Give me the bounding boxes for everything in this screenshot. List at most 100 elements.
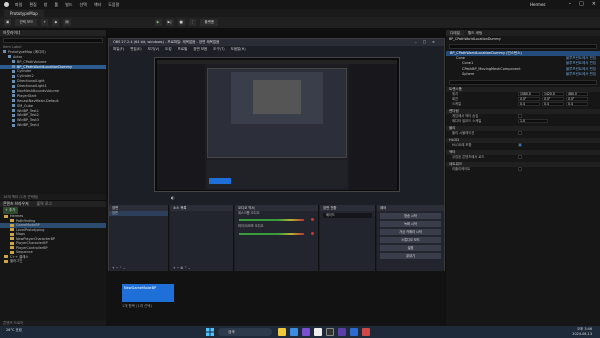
taskbar-clock[interactable]: 오후 3:46 2024-06-13 bbox=[572, 327, 592, 337]
property-row: 에디터 빌보드 스케일 1.0 bbox=[446, 119, 600, 124]
file-explorer-icon[interactable] bbox=[278, 328, 286, 336]
asset-tile[interactable]: NewGameModeBP bbox=[122, 284, 174, 302]
vector-field[interactable]: 0.0° bbox=[542, 97, 564, 102]
checkbox[interactable] bbox=[518, 114, 522, 119]
obs-icon[interactable] bbox=[326, 328, 334, 336]
folder-icon bbox=[10, 237, 14, 240]
unreal-editor-icon[interactable] bbox=[314, 328, 322, 336]
play-icon[interactable]: ▶ bbox=[154, 19, 162, 26]
obs-menu-view[interactable]: 보기(V) bbox=[148, 46, 160, 52]
step-icon[interactable]: ▶| bbox=[165, 19, 174, 26]
close-icon[interactable]: × bbox=[592, 1, 596, 7]
component-label: Cone bbox=[456, 56, 465, 61]
blueprint-icon[interactable]: ◆ bbox=[52, 19, 60, 26]
menu-edit[interactable]: 편집 bbox=[29, 2, 36, 8]
obs-menu-tools[interactable]: 도구(T) bbox=[213, 46, 224, 52]
actor-icon bbox=[12, 65, 15, 69]
component-item[interactable]: Sphere 블루프린트에서 편집 bbox=[446, 72, 600, 77]
outliner-item[interactable]: WidBP_Test4 bbox=[0, 123, 106, 128]
obs-menu-profile[interactable]: 프로필 bbox=[178, 46, 188, 52]
menu-window[interactable]: 창 bbox=[44, 2, 48, 8]
platform-button[interactable]: 플랫폼 bbox=[200, 19, 219, 26]
vector-field[interactable]: 0.0° bbox=[518, 97, 540, 102]
menu-build[interactable]: 빌드 bbox=[65, 2, 72, 8]
save-icon[interactable]: ▣ bbox=[4, 19, 12, 26]
vector-field[interactable]: 0.4 bbox=[566, 102, 588, 107]
mic-audio-meter[interactable] bbox=[239, 233, 304, 235]
checkbox[interactable] bbox=[518, 167, 522, 172]
menu-select[interactable]: 선택 bbox=[80, 2, 87, 8]
mute-icon[interactable] bbox=[311, 218, 314, 221]
start-recording-button[interactable]: 녹화 시작 bbox=[380, 221, 441, 227]
transition-select[interactable]: 페이드 bbox=[323, 213, 372, 218]
maximize-icon[interactable]: □ bbox=[579, 1, 584, 7]
more-options-icon[interactable]: ⋮ bbox=[188, 19, 197, 26]
stop-icon[interactable]: ■ bbox=[177, 19, 185, 26]
obs-menu-edit[interactable]: 편집(E) bbox=[130, 46, 141, 52]
app-icon[interactable] bbox=[338, 328, 346, 336]
tab-output-log[interactable]: 출력 로그 bbox=[37, 201, 52, 207]
minimize-icon[interactable]: – bbox=[569, 1, 572, 7]
cinematics-icon[interactable]: ▤ bbox=[63, 19, 71, 26]
edit-in-blueprint-link[interactable]: 블루프린트에서 편집 bbox=[566, 72, 596, 77]
start-streaming-button[interactable]: 방송 시작 bbox=[380, 213, 441, 219]
obs-title-bar[interactable]: OBS 27.2.4 (64 bit, windows) - 프로파일: 제목없… bbox=[109, 39, 444, 46]
property-row: HLOD에 포함 bbox=[446, 143, 600, 148]
select-mode-button[interactable]: 선택 모드 bbox=[15, 19, 38, 26]
obs-menu-docks[interactable]: 도킹 bbox=[165, 46, 171, 52]
obs-menu-help[interactable]: 도움말(H) bbox=[231, 46, 246, 52]
vector-field[interactable]: 1420.0 bbox=[542, 92, 564, 97]
outliner-item-label: RecastNavMesh-Default bbox=[17, 98, 59, 103]
property-label: 게임에서 액터 숨김 bbox=[452, 113, 479, 118]
details-search-input[interactable] bbox=[449, 79, 597, 85]
desktop-audio-meter[interactable] bbox=[239, 219, 304, 221]
settings-button[interactable]: 설정 bbox=[380, 245, 441, 251]
details-object-name: BP_CPathWorldLocationDummy bbox=[449, 37, 501, 41]
app-icon-3[interactable] bbox=[362, 328, 370, 336]
value-field[interactable]: 1.0 bbox=[518, 119, 548, 124]
scene-item[interactable]: 장면 bbox=[109, 211, 168, 216]
obs-preview[interactable] bbox=[154, 57, 400, 192]
tab-details[interactable]: 디테일 bbox=[446, 30, 464, 36]
checkbox[interactable] bbox=[518, 131, 522, 136]
weather-widget[interactable]: 26°C 흐림 bbox=[6, 328, 22, 332]
menu-tools[interactable]: 툴 bbox=[54, 2, 58, 8]
vector-field[interactable]: 0.4 bbox=[542, 102, 564, 107]
checkbox[interactable] bbox=[518, 155, 522, 160]
menu-file[interactable]: 파일 bbox=[15, 2, 22, 8]
obs-menu-scene-collection[interactable]: 장면 모음 bbox=[193, 46, 207, 52]
menu-actor[interactable]: 액터 bbox=[94, 2, 101, 8]
add-actor-icon[interactable]: + bbox=[41, 19, 49, 26]
windows-start-icon[interactable] bbox=[206, 328, 214, 336]
menu-help[interactable]: 도움말 bbox=[108, 2, 119, 8]
tab-world-settings[interactable]: 월드 세팅 bbox=[464, 30, 486, 36]
outliner-search-input[interactable] bbox=[3, 38, 103, 43]
recursive-screen-capture bbox=[157, 60, 397, 190]
app-icon-2[interactable] bbox=[350, 328, 358, 336]
source-add-remove-icons[interactable]: + − ⚙ ⌃ ⌄ bbox=[170, 266, 191, 271]
preview-toggle-icon[interactable]: ◐ bbox=[171, 195, 179, 201]
exit-button[interactable]: 끝내기 bbox=[380, 253, 441, 259]
vector-field[interactable]: 0.4 bbox=[518, 102, 540, 107]
actor-icon bbox=[12, 113, 15, 117]
checkbox[interactable] bbox=[518, 143, 522, 148]
vector-field[interactable]: 480.0 bbox=[566, 92, 588, 97]
obs-window[interactable]: OBS 27.2.4 (64 bit, windows) - 프로파일: 제목없… bbox=[108, 38, 445, 271]
folder-icon bbox=[10, 241, 14, 245]
obs-menu-file[interactable]: 파일(F) bbox=[113, 46, 124, 52]
folder-item[interactable]: 플러그인 bbox=[0, 259, 106, 264]
add-button[interactable]: + 추가 bbox=[3, 207, 18, 214]
mic-mute-icon[interactable] bbox=[311, 232, 314, 235]
obs-window-controls[interactable]: –□× bbox=[415, 39, 441, 46]
scene-add-remove-icons[interactable]: + − ⌃ ⌄ bbox=[109, 266, 126, 271]
component-search-input[interactable] bbox=[449, 44, 597, 49]
taskbar-search-box[interactable]: 검색 bbox=[218, 328, 272, 336]
studio-mode-button[interactable]: 스튜디오 모드 bbox=[380, 237, 441, 243]
vector-field[interactable]: 1580.0 bbox=[518, 92, 540, 97]
browser-icon[interactable] bbox=[290, 328, 298, 336]
level-tab[interactable]: PrototypeMap bbox=[4, 10, 44, 17]
vector-field[interactable]: 0.0° bbox=[566, 97, 588, 102]
virtual-camera-button[interactable]: 가상 카메라 시작 bbox=[380, 229, 441, 235]
visual-studio-icon[interactable] bbox=[302, 328, 310, 336]
property-row: 쿠킹된 콘텐츠에서 로드 bbox=[446, 155, 600, 160]
